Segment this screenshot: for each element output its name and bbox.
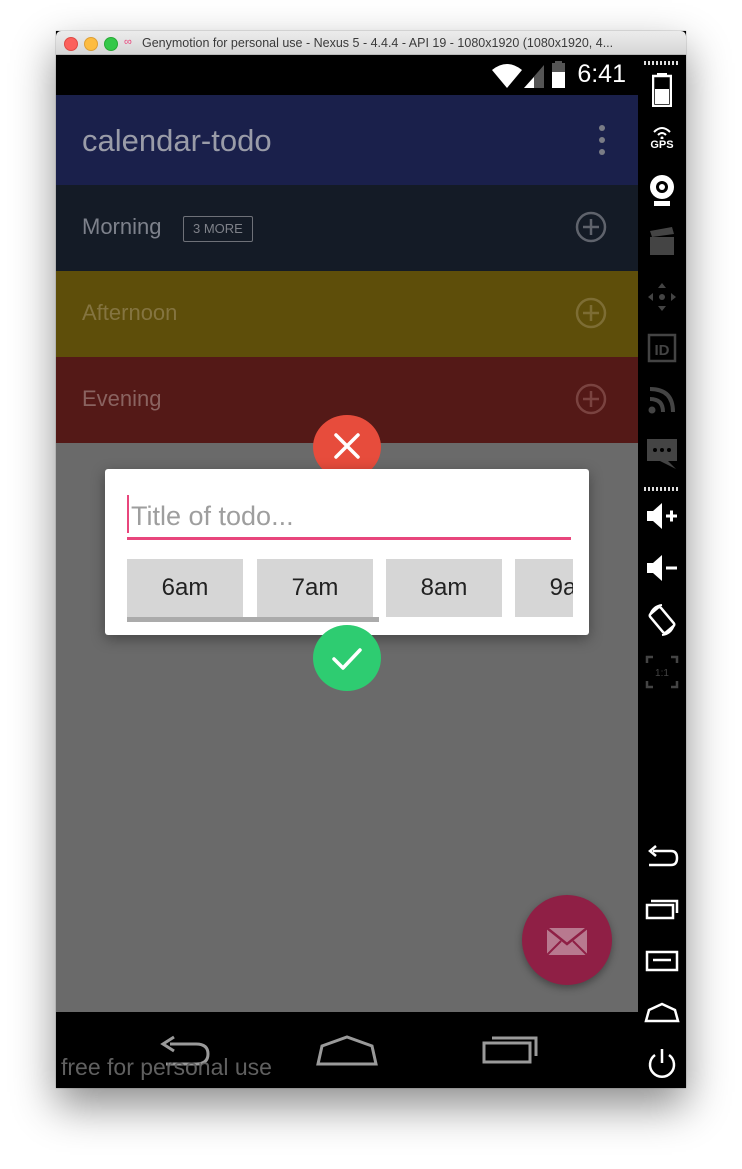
svg-text:1:1: 1:1 — [655, 668, 669, 679]
volume-down-icon[interactable] — [638, 553, 686, 593]
gps-icon[interactable]: GPS — [638, 123, 686, 163]
section-morning: Morning 3 MORE — [56, 185, 638, 271]
new-todo-dialog: 6am 7am 8am 9am — [105, 469, 589, 635]
add-circle-icon[interactable] — [575, 211, 607, 243]
menu-key-icon[interactable] — [638, 949, 686, 989]
confirm-button[interactable] — [313, 625, 381, 691]
compose-fab[interactable] — [522, 895, 612, 985]
section-label: Morning — [82, 214, 162, 239]
horizontal-scrollbar[interactable] — [127, 617, 379, 622]
recent-apps-key-icon[interactable] — [638, 897, 686, 937]
signal-battery-icons — [492, 61, 565, 88]
volume-up-icon[interactable] — [638, 501, 686, 541]
time-option-8am[interactable]: 8am — [386, 559, 502, 617]
rotate-icon[interactable] — [638, 603, 686, 643]
window-titlebar: ∞ Genymotion for personal use - Nexus 5 … — [56, 31, 686, 55]
window-title: Genymotion for personal use - Nexus 5 - … — [142, 36, 614, 50]
zoom-window-button[interactable] — [104, 37, 118, 51]
check-icon — [332, 648, 362, 670]
rss-icon[interactable] — [638, 385, 686, 425]
section-label: Evening — [82, 386, 162, 411]
sidebar-grip — [644, 487, 680, 491]
dpad-icon[interactable] — [638, 281, 686, 321]
section-label: Afternoon — [82, 300, 178, 325]
sms-icon[interactable] — [638, 437, 686, 477]
genymotion-sidebar: GPS ID 1:1 — [638, 55, 686, 1088]
overflow-menu-icon[interactable] — [592, 125, 612, 157]
close-window-button[interactable] — [64, 37, 78, 51]
more-badge[interactable]: 3 MORE — [183, 216, 253, 242]
app-title: calendar-todo — [82, 123, 272, 158]
time-option-9am[interactable]: 9am — [515, 559, 573, 617]
time-option-7am[interactable]: 7am — [257, 559, 373, 617]
home-icon[interactable] — [314, 1034, 380, 1068]
pixel-perfect-icon[interactable]: 1:1 — [638, 655, 686, 695]
time-option-6am[interactable]: 6am — [127, 559, 243, 617]
screencast-icon[interactable] — [638, 227, 686, 267]
todo-title-input[interactable] — [127, 495, 571, 540]
power-icon[interactable] — [638, 1047, 686, 1087]
back-key-icon[interactable] — [638, 845, 686, 885]
sidebar-grip — [644, 61, 680, 65]
svg-text:ID: ID — [655, 342, 670, 359]
status-clock: 6:41 — [577, 60, 626, 88]
add-circle-icon[interactable] — [575, 297, 607, 329]
home-key-icon[interactable] — [638, 1001, 686, 1041]
app-content: calendar-todo Morning 3 MORE Afternoon E… — [56, 95, 638, 1012]
mail-icon — [546, 927, 588, 956]
app-bar: calendar-todo — [56, 95, 638, 185]
minimize-window-button[interactable] — [84, 37, 98, 51]
battery-icon[interactable] — [638, 73, 686, 113]
text-caret — [127, 495, 129, 533]
android-nav-bar: free for personal use — [56, 1012, 638, 1088]
time-picker[interactable]: 6am 7am 8am 9am — [127, 559, 573, 625]
recent-apps-icon[interactable] — [480, 1032, 540, 1066]
watermark-text: free for personal use — [61, 1054, 272, 1080]
webcam-icon[interactable] — [638, 173, 686, 213]
device-screen: 6:41 calendar-todo Morning 3 MORE Aftern… — [56, 55, 638, 1088]
add-circle-icon[interactable] — [575, 383, 607, 415]
section-afternoon: Afternoon — [56, 271, 638, 357]
genymotion-logo-icon: ∞ — [124, 36, 132, 48]
device-id-icon[interactable]: ID — [638, 333, 686, 373]
status-bar: 6:41 — [56, 55, 638, 95]
emulator-window: ∞ Genymotion for personal use - Nexus 5 … — [56, 31, 686, 1088]
